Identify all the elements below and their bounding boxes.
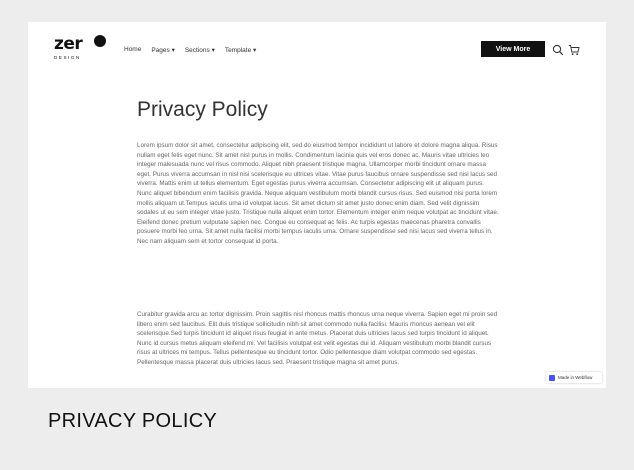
- page-title: Privacy Policy: [137, 98, 268, 121]
- policy-paragraph-1: Lorem ipsum dolor sit amet, consectetur …: [137, 142, 499, 245]
- nav-item-template[interactable]: Template ▾: [225, 46, 256, 54]
- webflow-badge-label: Made in Webflow: [558, 375, 593, 380]
- template-caption: PRIVACY POLICY: [48, 410, 218, 432]
- logo-dot: [94, 35, 106, 47]
- search-icon[interactable]: [552, 43, 564, 56]
- webflow-icon: [549, 374, 555, 381]
- webflow-badge[interactable]: Made in Webflow: [546, 372, 602, 383]
- cart-icon[interactable]: [568, 43, 580, 56]
- navbar: zer DESIGN Home Pages ▾ Sections ▾ Templ…: [28, 22, 606, 68]
- policy-paragraph-2: Curabitur gravida arcu ac tortor digniss…: [137, 311, 498, 366]
- nav-menu: Home Pages ▾ Sections ▾ Template ▾: [124, 46, 256, 54]
- preview-card: zer DESIGN Home Pages ▾ Sections ▾ Templ…: [28, 22, 606, 388]
- view-more-button[interactable]: View More: [481, 41, 545, 57]
- logo-subtitle: DESIGN: [54, 55, 81, 60]
- nav-item-sections[interactable]: Sections ▾: [185, 46, 215, 54]
- logo-word: zer: [54, 34, 83, 54]
- nav-item-home[interactable]: Home: [124, 46, 141, 54]
- nav-item-pages[interactable]: Pages ▾: [151, 46, 175, 54]
- logo[interactable]: zer DESIGN: [54, 34, 108, 62]
